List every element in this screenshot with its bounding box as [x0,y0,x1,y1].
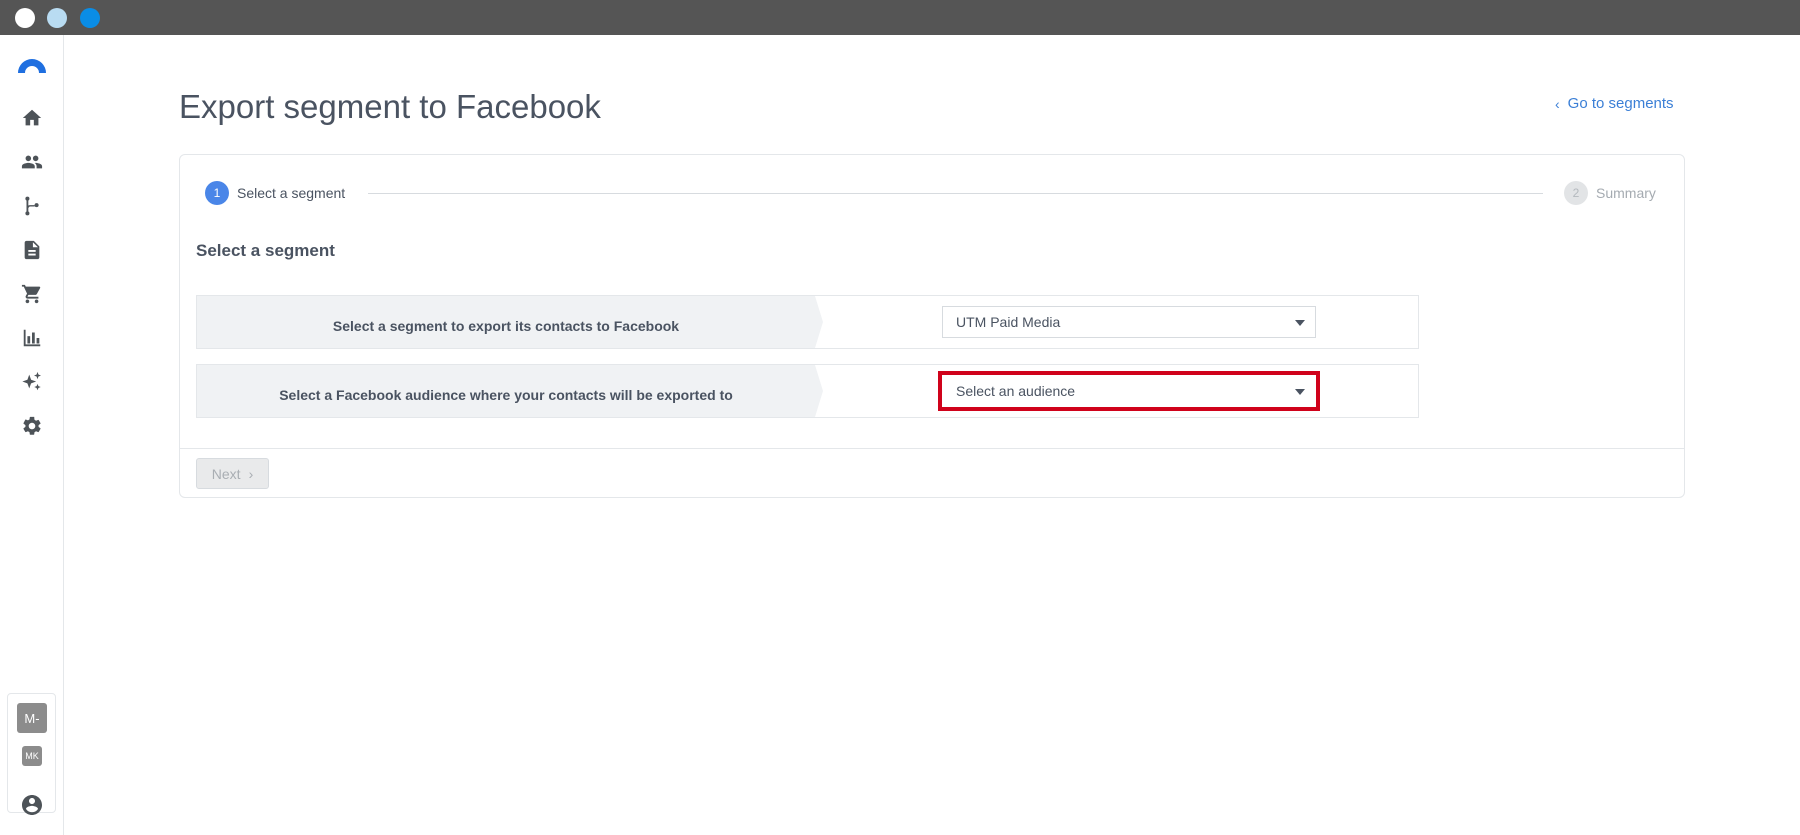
go-to-segments-label: Go to segments [1567,95,1674,112]
brand-logo[interactable] [17,57,47,73]
people-icon [21,151,43,178]
window-titlebar [0,0,1800,35]
segment-row: Select a segment to export its contacts … [196,295,1419,349]
stepper-connector [368,193,1543,194]
next-button[interactable]: Next › [196,458,269,489]
export-card: 1 Select a segment 2 Summary Select a se… [179,154,1685,498]
caret-down-icon [1295,389,1305,395]
caret-down-icon [1295,320,1305,326]
sidebar-item-settings[interactable] [20,416,44,440]
step-1-indicator: 1 [205,181,229,205]
window-close-button[interactable] [15,8,35,28]
chevron-right-icon: › [248,465,254,482]
chevron-left-icon: ‹ [1555,95,1560,112]
gear-icon [21,415,43,442]
segment-select[interactable]: UTM Paid Media [942,306,1316,338]
sidebar-item-automation[interactable] [20,196,44,220]
window-maximize-button[interactable] [80,8,100,28]
sidebar-item-ecommerce[interactable] [20,284,44,308]
cart-icon [21,283,43,310]
document-icon [21,239,43,266]
audience-select[interactable]: Select an audience [938,371,1320,411]
section-title: Select a segment [196,241,335,260]
account-avatar[interactable]: M- [17,703,47,733]
sidebar-item-reports[interactable] [20,328,44,352]
sidebar: M- MK [0,35,64,835]
step-2-label: Summary [1596,185,1656,201]
step-1-label: Select a segment [237,185,346,201]
page-title: Export segment to Facebook [179,88,601,125]
segment-row-label: Select a segment to export its contacts … [197,296,823,348]
next-button-label: Next [211,465,241,482]
sidebar-item-contacts[interactable] [20,152,44,176]
account-avatar-secondary[interactable]: MK [22,746,42,766]
sparkle-icon [21,371,43,398]
home-icon [21,107,43,134]
audience-select-value: Select an audience [956,383,1076,399]
audience-row-label: Select a Facebook audience where your co… [197,365,823,417]
step-2-indicator: 2 [1564,181,1588,205]
stepper: 1 Select a segment 2 Summary [205,180,1658,206]
window-minimize-button[interactable] [47,8,67,28]
branch-icon [21,195,43,222]
go-to-segments-link[interactable]: ‹ Go to segments [1555,95,1674,112]
user-circle-icon [20,795,44,821]
audience-row: Select a Facebook audience where your co… [196,364,1419,418]
bar-chart-icon [21,327,43,354]
segment-select-value: UTM Paid Media [956,314,1061,330]
card-divider [180,448,1684,449]
sidebar-item-ai[interactable] [20,371,44,398]
user-profile-button[interactable] [20,793,44,817]
sidebar-item-templates[interactable] [20,240,44,264]
sidebar-item-home[interactable] [20,108,44,132]
